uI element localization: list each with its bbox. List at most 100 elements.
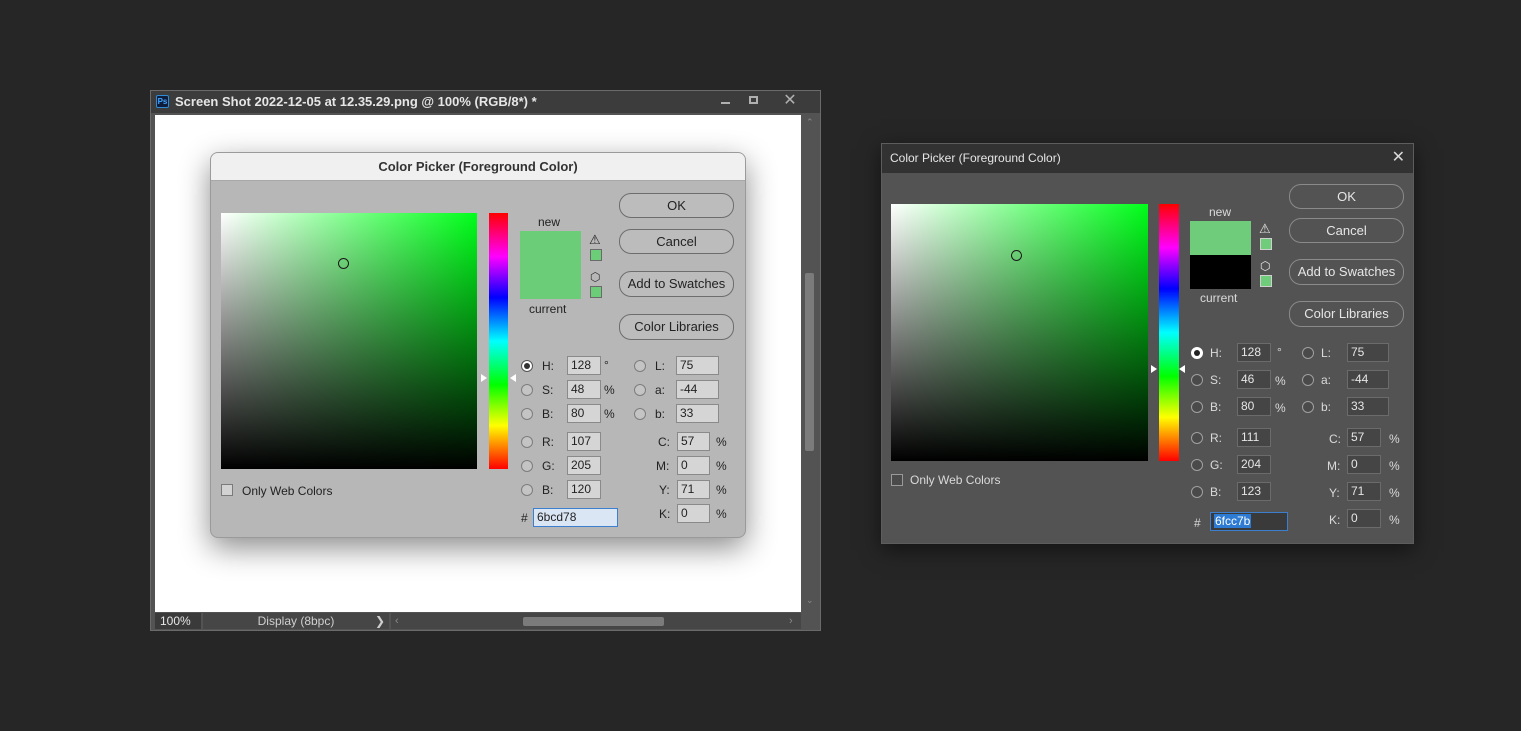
brightness-radio[interactable] xyxy=(1191,401,1203,413)
document-titlebar[interactable]: Ps Screen Shot 2022-12-05 at 12.35.29.pn… xyxy=(151,91,820,113)
close-icon[interactable]: ✕ xyxy=(1392,144,1405,172)
black-input[interactable]: 0 xyxy=(677,504,710,523)
brightness-input[interactable]: 80 xyxy=(567,404,601,423)
blue-input[interactable]: 120 xyxy=(567,480,601,499)
green-input[interactable]: 204 xyxy=(1237,455,1271,474)
hex-input[interactable]: 6bcd78 xyxy=(533,508,618,527)
hue-radio[interactable] xyxy=(1191,347,1203,359)
red-input[interactable]: 111 xyxy=(1237,428,1271,447)
a-channel-radio[interactable] xyxy=(634,384,646,396)
color-libraries-button[interactable]: Color Libraries xyxy=(619,314,734,340)
cancel-button[interactable]: Cancel xyxy=(1289,218,1404,243)
blue-radio[interactable] xyxy=(521,484,533,496)
green-input[interactable]: 205 xyxy=(567,456,601,475)
b-channel-radio[interactable] xyxy=(1302,401,1314,413)
lightness-input[interactable]: 75 xyxy=(676,356,719,375)
hue-slider[interactable] xyxy=(1159,204,1179,461)
hue-slider[interactable] xyxy=(489,213,508,469)
color-cursor[interactable] xyxy=(1011,250,1022,261)
only-web-colors-checkbox[interactable] xyxy=(221,484,233,496)
document-canvas[interactable]: Color Picker (Foreground Color) new curr… xyxy=(155,115,801,612)
zoom-level[interactable]: 100% xyxy=(155,613,201,629)
b-channel-radio[interactable] xyxy=(634,408,646,420)
a-channel-radio[interactable] xyxy=(1302,374,1314,386)
saturation-radio[interactable] xyxy=(1191,374,1203,386)
saturation-input[interactable]: 46 xyxy=(1237,370,1271,389)
add-to-swatches-button[interactable]: Add to Swatches xyxy=(1289,259,1404,285)
magenta-input[interactable]: 0 xyxy=(677,456,710,475)
color-cursor[interactable] xyxy=(338,258,349,269)
saturation-radio[interactable] xyxy=(521,384,533,396)
b-channel-input[interactable]: 33 xyxy=(676,404,719,423)
blue-input[interactable]: 123 xyxy=(1237,482,1271,501)
saturation-label: S: xyxy=(542,383,554,397)
cancel-button[interactable]: Cancel xyxy=(619,229,734,254)
lightness-input[interactable]: 75 xyxy=(1347,343,1389,362)
horizontal-scrollbar[interactable]: ‹ › xyxy=(391,613,801,629)
yellow-label: Y: xyxy=(659,483,670,497)
vertical-scroll-thumb[interactable] xyxy=(805,273,814,451)
b-channel-input[interactable]: 33 xyxy=(1347,397,1389,416)
brightness-input[interactable]: 80 xyxy=(1237,397,1271,416)
green-radio[interactable] xyxy=(1191,459,1203,471)
maximize-button[interactable] xyxy=(739,91,767,111)
saturation-brightness-field[interactable] xyxy=(221,213,477,469)
saturation-input[interactable]: 48 xyxy=(567,380,601,399)
web-safe-cube-icon[interactable]: ⬡ xyxy=(1260,260,1270,272)
current-color-swatch[interactable] xyxy=(520,265,581,299)
web-safe-color-swatch[interactable] xyxy=(590,286,602,298)
red-input[interactable]: 107 xyxy=(567,432,601,451)
web-safe-color-swatch[interactable] xyxy=(1260,275,1272,287)
add-to-swatches-button[interactable]: Add to Swatches xyxy=(619,271,734,297)
photoshop-logo-icon: Ps xyxy=(156,95,169,108)
hue-radio[interactable] xyxy=(521,360,533,372)
black-input[interactable]: 0 xyxy=(1347,509,1381,528)
web-safe-cube-icon[interactable]: ⬡ xyxy=(590,271,600,283)
scroll-right-icon[interactable]: › xyxy=(789,613,793,629)
hue-input[interactable]: 128 xyxy=(1237,343,1271,362)
yellow-input[interactable]: 71 xyxy=(677,480,710,499)
current-color-swatch[interactable] xyxy=(1190,255,1251,289)
saturation-brightness-field[interactable] xyxy=(891,204,1148,461)
brightness-radio[interactable] xyxy=(521,408,533,420)
vertical-scrollbar[interactable]: ⌃ ⌄ xyxy=(802,115,818,612)
out-of-gamut-warning-icon[interactable]: ⚠ xyxy=(589,233,601,246)
cyan-input[interactable]: 57 xyxy=(1347,428,1381,447)
hue-slider-right-handle[interactable] xyxy=(510,374,516,382)
saturation-label: S: xyxy=(1210,373,1222,387)
color-libraries-button[interactable]: Color Libraries xyxy=(1289,301,1404,327)
lightness-radio[interactable] xyxy=(634,360,646,372)
hue-slider-right-handle[interactable] xyxy=(1179,365,1185,373)
green-radio[interactable] xyxy=(521,460,533,472)
red-radio[interactable] xyxy=(1191,432,1203,444)
a-channel-input[interactable]: -44 xyxy=(676,380,719,399)
color-picker-dark: Color Picker (Foreground Color) ✕ new cu… xyxy=(881,143,1414,544)
ok-button[interactable]: OK xyxy=(619,193,734,218)
blue-radio[interactable] xyxy=(1191,486,1203,498)
only-web-colors-checkbox[interactable] xyxy=(891,474,903,486)
ok-button[interactable]: OK xyxy=(1289,184,1404,209)
yellow-input[interactable]: 71 xyxy=(1347,482,1381,501)
color-picker-titlebar[interactable]: Color Picker (Foreground Color) ✕ xyxy=(882,144,1413,173)
gamut-color-swatch[interactable] xyxy=(1260,238,1272,250)
a-channel-input[interactable]: -44 xyxy=(1347,370,1389,389)
gamut-color-swatch[interactable] xyxy=(590,249,602,261)
scroll-left-icon[interactable]: ‹ xyxy=(395,613,399,629)
scroll-up-icon[interactable]: ⌃ xyxy=(806,117,814,128)
hue-slider-left-handle[interactable] xyxy=(1151,365,1157,373)
red-radio[interactable] xyxy=(521,436,533,448)
cyan-input[interactable]: 57 xyxy=(677,432,710,451)
horizontal-scroll-thumb[interactable] xyxy=(523,617,664,626)
close-button[interactable]: ✕ xyxy=(776,91,804,111)
magenta-input[interactable]: 0 xyxy=(1347,455,1381,474)
out-of-gamut-warning-icon[interactable]: ⚠ xyxy=(1259,222,1271,235)
scroll-down-icon[interactable]: ⌄ xyxy=(806,595,814,606)
minimize-button[interactable] xyxy=(711,91,739,111)
lightness-radio[interactable] xyxy=(1302,347,1314,359)
hex-input[interactable]: 6fcc7b xyxy=(1210,512,1288,531)
hue-input[interactable]: 128 xyxy=(567,356,601,375)
document-title: Screen Shot 2022-12-05 at 12.35.29.png @… xyxy=(175,94,537,109)
document-info-arrow-icon[interactable]: ❯ xyxy=(375,613,385,629)
document-info[interactable]: Display (8bpc) xyxy=(203,613,389,629)
hue-slider-left-handle[interactable] xyxy=(481,374,487,382)
